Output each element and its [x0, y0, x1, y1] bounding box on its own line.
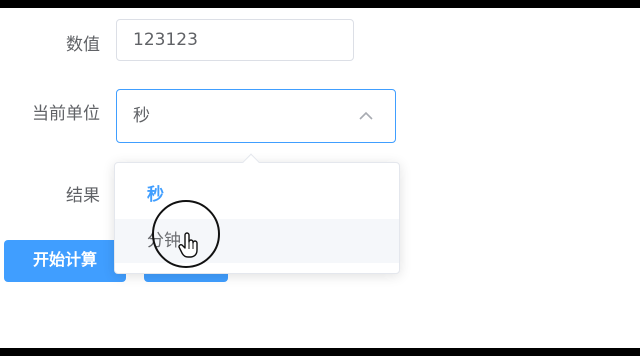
hand-pointer-icon	[178, 232, 200, 258]
value-input[interactable]: 123123	[116, 19, 354, 61]
unit-label: 当前单位	[32, 104, 100, 124]
option-seconds[interactable]: 秒	[115, 173, 399, 217]
dropdown-arrow	[242, 153, 260, 171]
start-calculate-button[interactable]: 开始计算	[4, 240, 126, 282]
page: 数值 123123 当前单位 秒 结果 开始计算 秒 分钟	[0, 8, 640, 348]
value-label: 数值	[66, 35, 100, 55]
result-label: 结果	[66, 186, 100, 206]
unit-select-value: 秒	[133, 106, 150, 126]
chevron-up-icon[interactable]	[359, 111, 373, 121]
unit-select[interactable]: 秒	[116, 89, 396, 143]
